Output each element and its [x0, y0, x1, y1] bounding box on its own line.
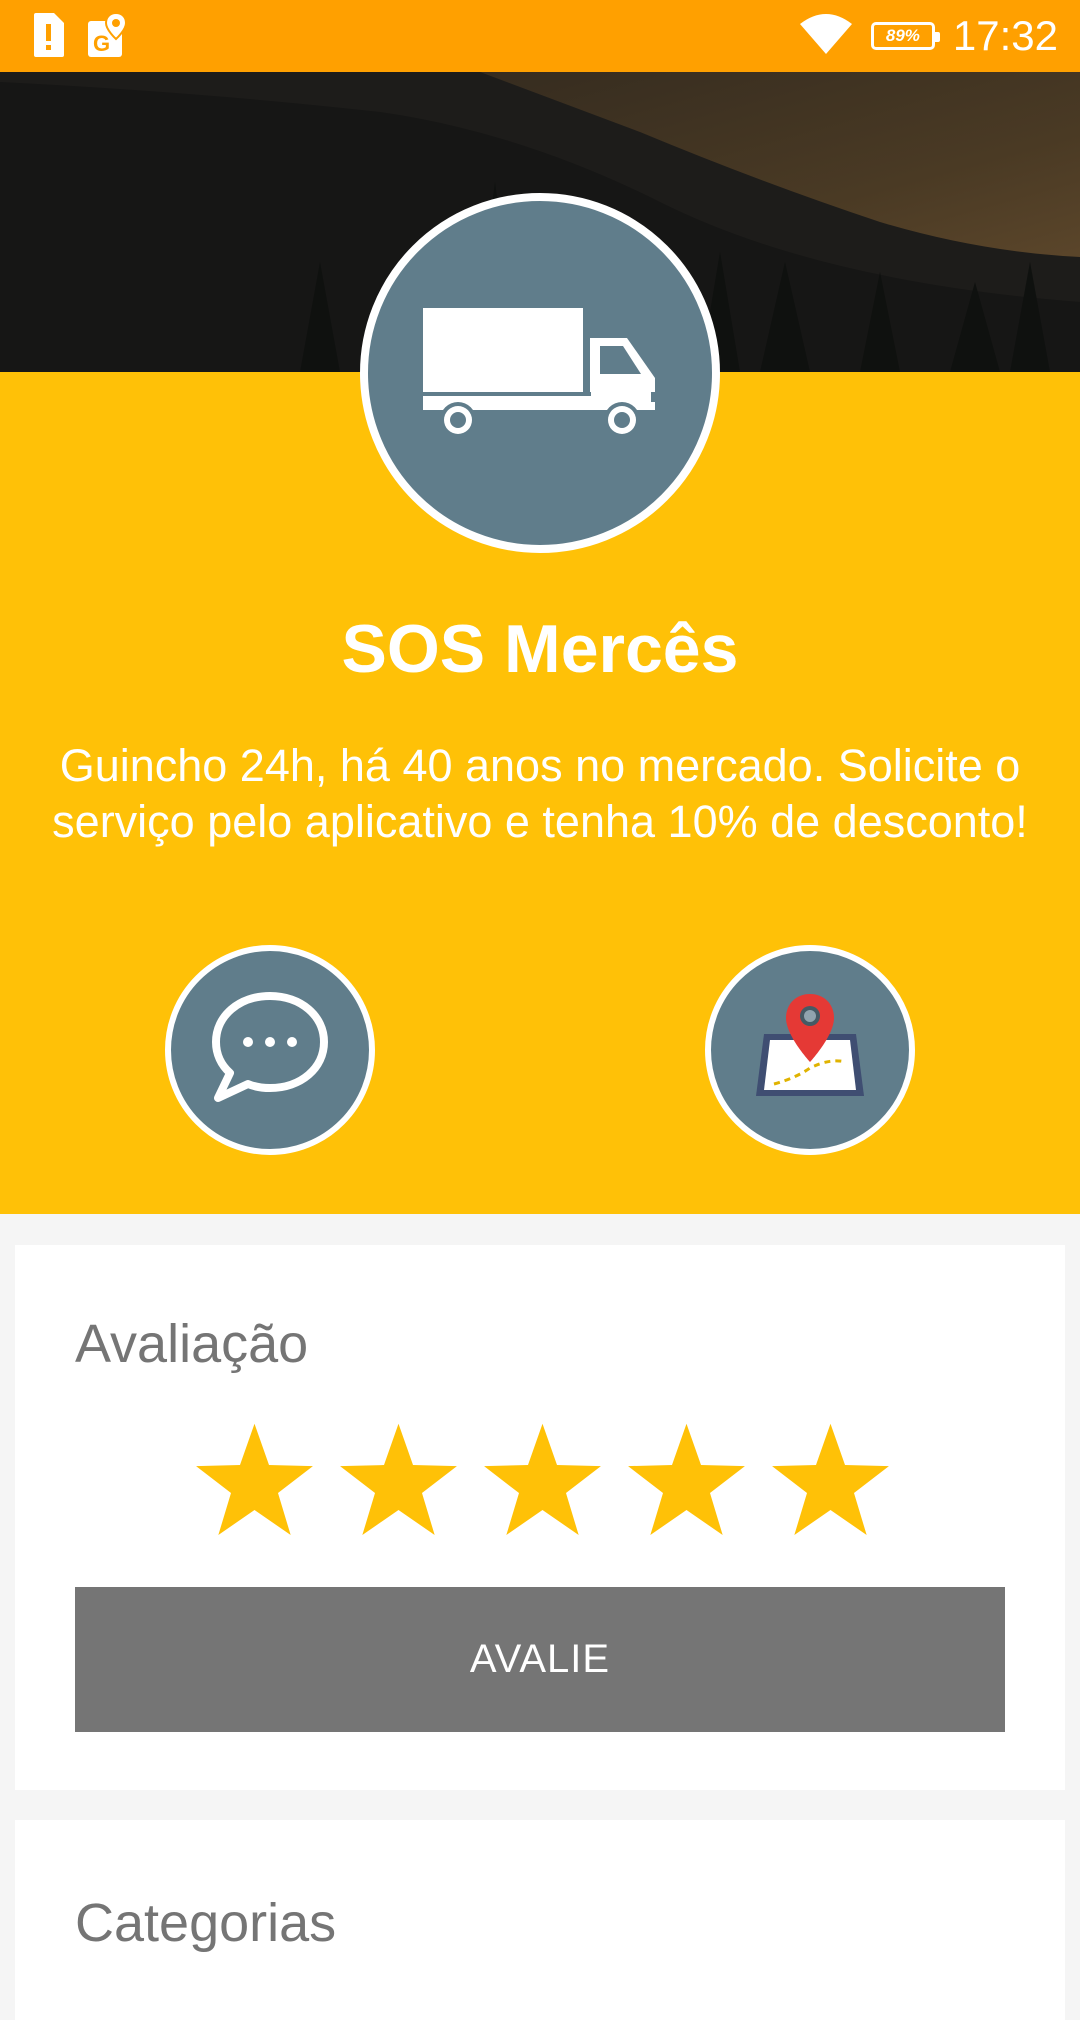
battery-percent: 89%	[885, 26, 920, 45]
status-bar: G 89% 17:32	[0, 0, 1080, 72]
maps-notification-icon: G	[86, 11, 128, 64]
battery-icon: 89%	[870, 22, 940, 50]
chat-bubble-icon	[208, 990, 332, 1111]
categories-title: Categorias	[75, 1893, 337, 1953]
company-description: Guincho 24h, há 40 anos no mercado. Soli…	[52, 740, 1028, 847]
star-icon[interactable]	[481, 1420, 604, 1543]
company-name: SOS Mercês	[341, 611, 739, 687]
categories-card: Categorias	[15, 1820, 1065, 2020]
clock: 17:32	[952, 12, 1058, 59]
star-icon[interactable]	[625, 1420, 748, 1543]
map-button[interactable]	[705, 945, 915, 1155]
wifi-icon	[799, 12, 853, 61]
alert-sim-icon	[30, 11, 66, 64]
map-pin-icon	[750, 992, 870, 1109]
company-avatar	[360, 193, 720, 553]
rating-title: Avaliação	[75, 1314, 309, 1374]
star-icon[interactable]	[769, 1420, 892, 1543]
rating-card: Avaliação AVALIE	[15, 1245, 1065, 1790]
rating-stars[interactable]	[193, 1420, 892, 1543]
star-icon[interactable]	[337, 1420, 460, 1543]
truck-icon	[415, 296, 665, 451]
avalie-button[interactable]: AVALIE	[75, 1587, 1005, 1732]
chat-button[interactable]	[165, 945, 375, 1155]
star-icon[interactable]	[193, 1420, 316, 1543]
svg-text:G: G	[93, 31, 110, 56]
